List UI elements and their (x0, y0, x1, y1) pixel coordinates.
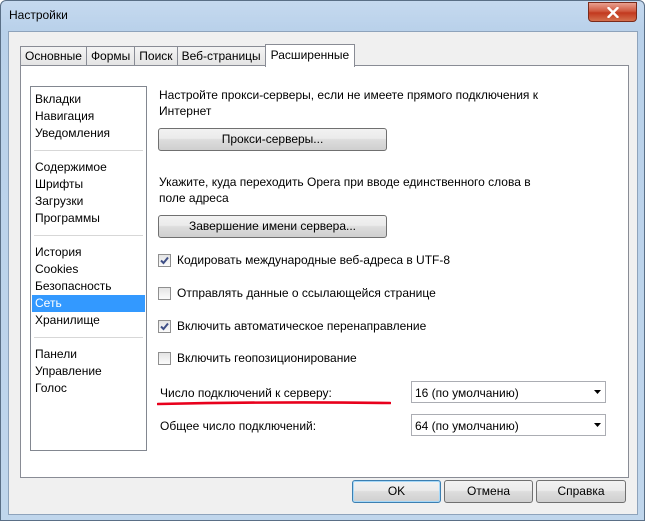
connections-per-server-select[interactable]: 16 (по умолчанию) (411, 381, 606, 403)
sidebar-separator (34, 150, 143, 151)
sidebar-item-downloads[interactable]: Загрузки (32, 193, 145, 210)
sidebar-item-navigation[interactable]: Навигация (32, 108, 145, 125)
ok-button[interactable]: OK (352, 480, 441, 503)
close-button[interactable] (588, 2, 637, 22)
sidebar-separator (34, 337, 143, 338)
utf8-encoding-checkbox[interactable] (158, 254, 171, 267)
sidebar-item-tabs[interactable]: Вкладки (32, 91, 145, 108)
dialog-client-area: Основные Формы Поиск Веб-страницы Расшир… (8, 31, 638, 515)
sidebar-item-fonts[interactable]: Шрифты (32, 176, 145, 193)
auto-redirect-label[interactable]: Включить автоматическое перенаправление (177, 318, 426, 334)
chevron-down-icon (594, 390, 601, 394)
proxy-servers-button[interactable]: Прокси-серверы... (158, 128, 387, 151)
window-title: Настройки (9, 8, 68, 22)
tab-search[interactable]: Поиск (134, 46, 178, 66)
sidebar-item-content[interactable]: Содержимое (32, 159, 145, 176)
red-annotation-underline (157, 401, 391, 406)
checkmark-icon (160, 256, 169, 265)
sidebar-item-history[interactable]: История (32, 244, 145, 261)
title-bar[interactable]: Настройки (1, 1, 644, 31)
sidebar-item-security[interactable]: Безопасность (32, 278, 145, 295)
tab-forms[interactable]: Формы (85, 46, 136, 66)
sidebar-item-network[interactable]: Сеть (32, 295, 145, 312)
sidebar-separator (34, 235, 143, 236)
checkmark-icon (160, 322, 169, 331)
tab-basic[interactable]: Основные (20, 46, 87, 66)
total-connections-label: Общее число подключений: (160, 419, 317, 433)
total-connections-value: 64 (по умолчанию) (415, 419, 519, 433)
sidebar-item-cookies[interactable]: Cookies (32, 261, 145, 278)
utf8-encoding-label[interactable]: Кодировать международные веб-адреса в UT… (177, 252, 450, 268)
connections-per-server-label: Число подключений к серверу: (160, 386, 332, 400)
server-name-completion-button[interactable]: Завершение имени сервера... (158, 215, 387, 238)
help-button[interactable]: Справка (536, 480, 626, 503)
category-list[interactable]: Вкладки Навигация Уведомления Содержимое… (30, 86, 147, 451)
chevron-down-icon (594, 423, 601, 427)
sidebar-item-programs[interactable]: Программы (32, 210, 145, 227)
server-completion-description-line1: Укажите, куда переходить Opera при вводе… (159, 175, 531, 189)
sidebar-item-storage[interactable]: Хранилище (32, 312, 145, 329)
geolocation-checkbox[interactable] (158, 352, 171, 365)
proxy-description-line1: Настройте прокси-серверы, если не имеете… (159, 88, 538, 102)
settings-window: Настройки Основные Формы Поиск Веб-стран… (0, 0, 645, 521)
sidebar-item-shortcuts[interactable]: Управление (32, 363, 145, 380)
tab-advanced[interactable]: Расширенные (264, 44, 356, 67)
connections-per-server-value: 16 (по умолчанию) (415, 386, 519, 400)
sidebar-item-toolbars[interactable]: Панели (32, 346, 145, 363)
auto-redirect-checkbox[interactable] (158, 320, 171, 333)
send-referrer-checkbox[interactable] (158, 287, 171, 300)
tab-webpages[interactable]: Веб-страницы (176, 46, 266, 66)
sidebar-item-voice[interactable]: Голос (32, 380, 145, 397)
cancel-button[interactable]: Отмена (444, 480, 533, 503)
sidebar-item-notifications[interactable]: Уведомления (32, 125, 145, 142)
advanced-panel: Вкладки Навигация Уведомления Содержимое… (20, 65, 629, 478)
proxy-description-line2: Интернет (159, 104, 212, 118)
total-connections-select[interactable]: 64 (по умолчанию) (411, 414, 606, 436)
tab-strip: Основные Формы Поиск Веб-страницы Расшир… (20, 44, 356, 67)
close-icon (606, 6, 619, 18)
server-completion-description-line2: поле адреса (159, 191, 229, 205)
geolocation-label[interactable]: Включить геопозиционирование (177, 350, 357, 366)
send-referrer-label[interactable]: Отправлять данные о ссылающейся странице (177, 285, 436, 301)
